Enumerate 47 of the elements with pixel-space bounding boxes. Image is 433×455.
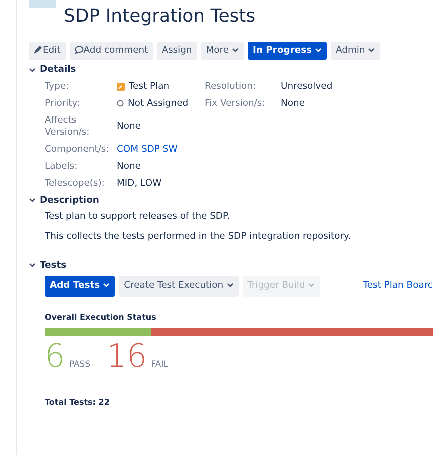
field-label: Priority:	[45, 98, 82, 110]
caret-icon	[103, 283, 110, 288]
field-value: None	[117, 160, 141, 173]
field-label: Labels:	[45, 160, 79, 173]
toolbar-button[interactable]: Edit	[29, 42, 66, 60]
caret-icon	[308, 283, 316, 288]
result-count: 6	[45, 340, 66, 372]
toolbar-button[interactable]: Add comment	[70, 42, 154, 60]
field-value: Unresolved	[281, 80, 333, 93]
field-label: Component/s:	[45, 144, 110, 156]
test-plan-icon	[117, 82, 125, 91]
circle-icon	[117, 100, 124, 108]
field-value: Test Plan	[129, 80, 170, 93]
field-value: Not Assigned	[128, 98, 189, 110]
component-link[interactable]: COM SDP SW	[117, 144, 178, 156]
field-value: None	[281, 98, 305, 110]
comment-icon	[74, 46, 84, 54]
toolbar-button[interactable]: In Progress	[248, 42, 328, 60]
test-action-button[interactable]: Add Tests	[45, 276, 116, 298]
pencil-icon	[34, 46, 43, 54]
result-count: 16	[106, 340, 148, 372]
toolbar-button[interactable]: More	[201, 42, 244, 60]
toolbar-button[interactable]: Assign	[157, 42, 198, 60]
toolbar-button[interactable]: Admin	[331, 42, 380, 60]
description-text: Test plan to support releases of the SDP.	[45, 210, 232, 224]
field-label: Type:	[45, 80, 70, 93]
caret-icon	[315, 48, 322, 53]
section-heading: Tests	[40, 260, 67, 272]
caret-icon	[368, 48, 376, 53]
caret-icon	[226, 283, 234, 288]
field-label: Fix Version/s:	[205, 98, 266, 110]
total-tests: Total Tests: 22	[45, 398, 111, 409]
field-label: Affects Version/s:	[45, 114, 91, 139]
description-text: This collects the tests performed in the SDP integration repository.	[45, 231, 352, 244]
result-label: PASS	[69, 360, 91, 372]
board-link[interactable]: Test Plan Boarc	[363, 280, 433, 293]
field-label: Resolution:	[205, 80, 258, 93]
page-title: SDP Integration Tests	[64, 6, 256, 28]
section-heading: Details	[40, 64, 76, 77]
field-value: None	[117, 120, 141, 133]
result-label: FAIL	[151, 360, 168, 372]
test-action-button[interactable]: Create Test Execution	[119, 276, 239, 298]
field-value: MID, LOW	[117, 178, 162, 190]
caret-icon	[232, 48, 240, 53]
field-label: Telescope(s):	[45, 178, 106, 190]
section-heading: Description	[40, 194, 100, 207]
status-heading: Overall Execution Status	[45, 313, 158, 324]
